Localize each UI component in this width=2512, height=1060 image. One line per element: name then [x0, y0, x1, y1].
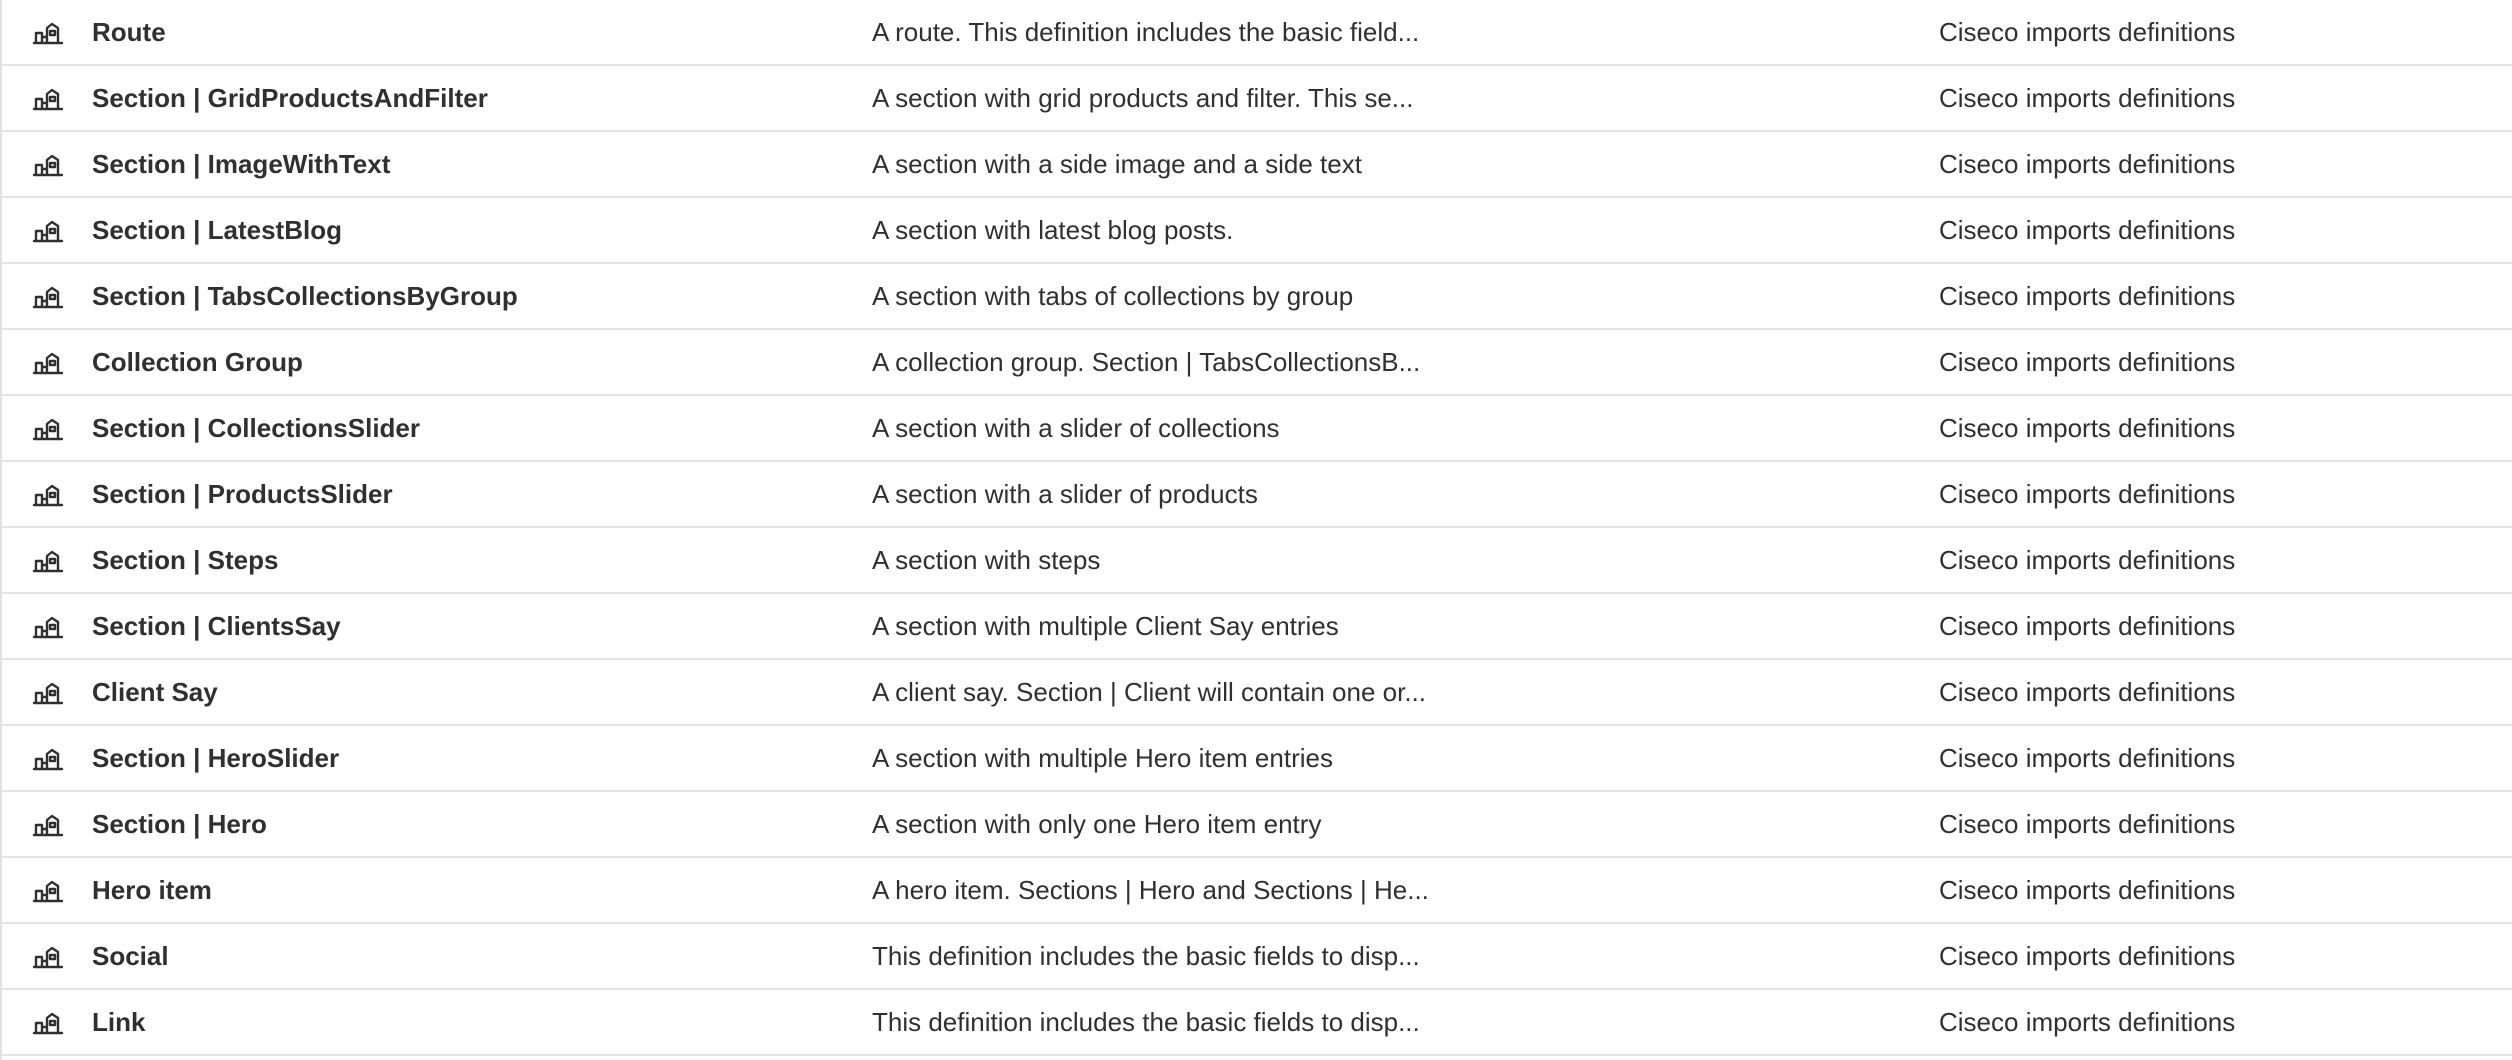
definition-owner: Ciseco imports definitions [1939, 676, 2236, 707]
table-row[interactable]: Section | HeroSlider A section with mult… [2, 726, 2512, 792]
metaobject-icon [32, 482, 64, 508]
definition-name: Section | TabsCollectionsByGroup [92, 280, 518, 311]
definition-owner: Ciseco imports definitions [1939, 478, 2236, 509]
definition-name: Social [92, 940, 169, 971]
definition-description: A section with a slider of products [872, 478, 1258, 509]
table-row[interactable]: Section | TabsCollectionsByGroup A secti… [2, 264, 2512, 330]
definition-description: This definition includes the basic field… [872, 940, 1420, 971]
definition-name: Route [92, 16, 166, 47]
definition-owner: Ciseco imports definitions [1939, 214, 2236, 245]
definition-description: A section with steps [872, 544, 1101, 575]
definition-description: A client say. Section | Client will cont… [872, 676, 1426, 707]
definition-description: A section with multiple Hero item entrie… [872, 742, 1333, 773]
metaobject-icon [32, 812, 64, 838]
definition-owner: Ciseco imports definitions [1939, 82, 2236, 113]
metaobject-icon [32, 350, 64, 376]
definition-owner: Ciseco imports definitions [1939, 544, 2236, 575]
metaobject-icon [32, 152, 64, 178]
definition-owner: Ciseco imports definitions [1939, 940, 2236, 971]
definitions-table: Route A route. This definition includes … [0, 0, 2512, 1060]
definition-description: A section with a slider of collections [872, 412, 1280, 443]
definition-name: Section | CollectionsSlider [92, 412, 421, 443]
definition-name: Section | GridProductsAndFilter [92, 82, 488, 113]
metaobject-icon [32, 416, 64, 442]
definition-owner: Ciseco imports definitions [1939, 16, 2236, 47]
metaobject-icon [32, 614, 64, 640]
definition-description: This definition includes the basic field… [872, 1006, 1420, 1037]
definition-description: A route. This definition includes the ba… [872, 16, 1420, 47]
definition-owner: Ciseco imports definitions [1939, 280, 2236, 311]
metaobject-icon [32, 284, 64, 310]
definition-name: Section | ClientsSay [92, 610, 341, 641]
metaobject-icon [32, 680, 64, 706]
metaobject-icon [32, 944, 64, 970]
table-row[interactable]: Link This definition includes the basic … [2, 990, 2512, 1056]
metaobject-icon [32, 86, 64, 112]
definition-owner: Ciseco imports definitions [1939, 148, 2236, 179]
table-row[interactable]: Social This definition includes the basi… [2, 924, 2512, 990]
definition-description: A section with a side image and a side t… [872, 148, 1362, 179]
definition-name: Collection Group [92, 346, 303, 377]
table-row[interactable]: Collection Group A collection group. Sec… [2, 330, 2512, 396]
table-row[interactable]: Section | Hero A section with only one H… [2, 792, 2512, 858]
definition-owner: Ciseco imports definitions [1939, 412, 2236, 443]
definition-description: A section with multiple Client Say entri… [872, 610, 1339, 641]
table-row[interactable]: Section | ProductsSlider A section with … [2, 462, 2512, 528]
definition-description: A hero item. Sections | Hero and Section… [872, 874, 1429, 905]
definition-owner: Ciseco imports definitions [1939, 874, 2236, 905]
table-row[interactable]: Section | GridProductsAndFilter A sectio… [2, 66, 2512, 132]
table-row[interactable]: Section | ClientsSay A section with mult… [2, 594, 2512, 660]
table-row[interactable]: Route A route. This definition includes … [2, 0, 2512, 66]
definition-name: Section | ImageWithText [92, 148, 391, 179]
definition-owner: Ciseco imports definitions [1939, 346, 2236, 377]
definition-owner: Ciseco imports definitions [1939, 808, 2236, 839]
definition-name: Link [92, 1006, 146, 1037]
table-row[interactable]: Hero item A hero item. Sections | Hero a… [2, 858, 2512, 924]
metaobject-icon [32, 1010, 64, 1036]
definition-description: A collection group. Section | TabsCollec… [872, 346, 1421, 377]
definition-name: Section | Steps [92, 544, 279, 575]
definition-name: Section | ProductsSlider [92, 478, 393, 509]
definition-owner: Ciseco imports definitions [1939, 610, 2236, 641]
definition-description: A section with grid products and filter.… [872, 82, 1414, 113]
definition-owner: Ciseco imports definitions [1939, 1006, 2236, 1037]
table-row[interactable]: Section | CollectionsSlider A section wi… [2, 396, 2512, 462]
table-row[interactable]: Client Say A client say. Section | Clien… [2, 660, 2512, 726]
definition-name: Section | LatestBlog [92, 214, 342, 245]
table-row[interactable]: Section | Steps A section with steps Cis… [2, 528, 2512, 594]
definition-name: Section | Hero [92, 808, 267, 839]
table-row[interactable]: Section | LatestBlog A section with late… [2, 198, 2512, 264]
metaobject-icon [32, 20, 64, 46]
definition-description: A section with tabs of collections by gr… [872, 280, 1354, 311]
metaobject-icon [32, 548, 64, 574]
definition-owner: Ciseco imports definitions [1939, 742, 2236, 773]
table-row[interactable]: Section | ImageWithText A section with a… [2, 132, 2512, 198]
metaobject-icon [32, 878, 64, 904]
metaobject-icon [32, 746, 64, 772]
definition-description: A section with only one Hero item entry [872, 808, 1322, 839]
definition-name: Client Say [92, 676, 218, 707]
definition-name: Hero item [92, 874, 212, 905]
definition-name: Section | HeroSlider [92, 742, 340, 773]
definition-description: A section with latest blog posts. [872, 214, 1234, 245]
metaobject-icon [32, 218, 64, 244]
